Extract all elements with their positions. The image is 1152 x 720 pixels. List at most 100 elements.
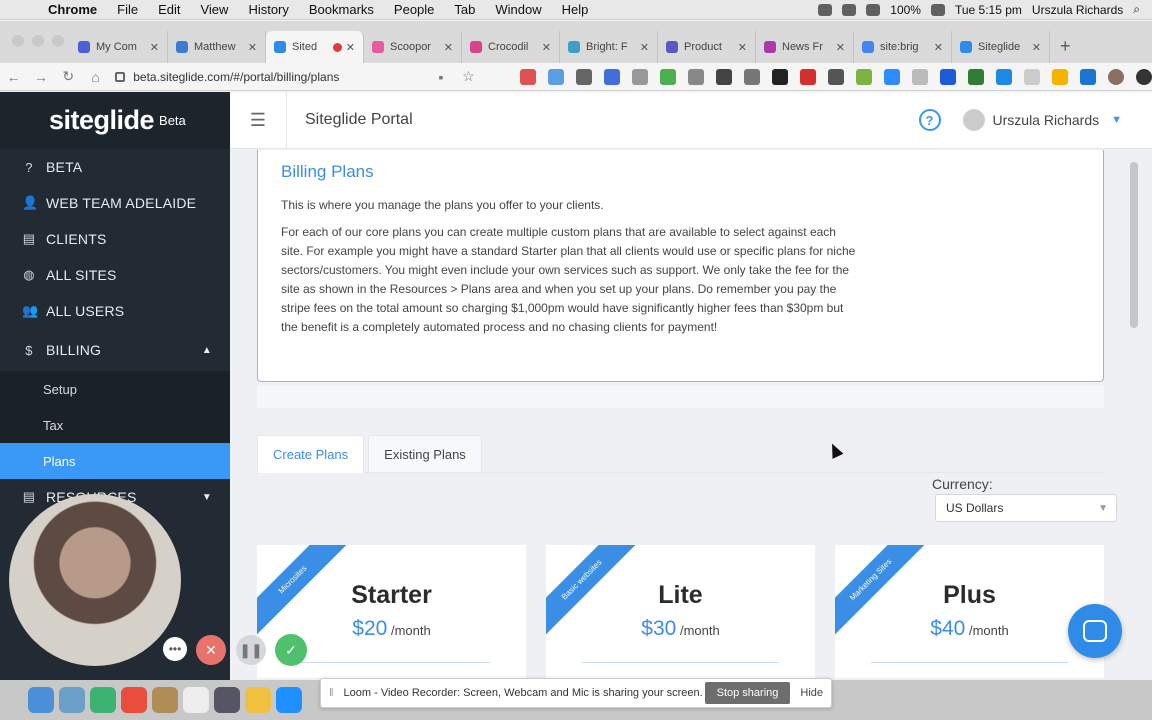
minimize-window-icon[interactable] bbox=[32, 35, 44, 47]
app-icon[interactable] bbox=[152, 687, 178, 713]
bluetooth-icon[interactable] bbox=[842, 3, 857, 16]
app-icon[interactable] bbox=[90, 687, 116, 713]
currency-select[interactable]: US Dollars ▼ bbox=[935, 494, 1117, 522]
close-tab-icon[interactable]: ✕ bbox=[1032, 41, 1041, 54]
tab-create-plans[interactable]: Create Plans bbox=[257, 435, 365, 473]
wifi-icon[interactable] bbox=[866, 3, 881, 16]
close-tab-icon[interactable]: ✕ bbox=[934, 41, 943, 54]
url-field[interactable]: beta.siteglide.com/#/portal/billing/plan… bbox=[115, 66, 427, 88]
hide-button[interactable]: Hide bbox=[800, 687, 823, 699]
zoom-extension-icon[interactable] bbox=[884, 68, 900, 85]
stop-sharing-button[interactable]: Stop sharing bbox=[704, 682, 791, 704]
extension-icon[interactable] bbox=[800, 68, 816, 85]
tab-existing-plans[interactable]: Existing Plans bbox=[368, 435, 482, 473]
extension-icon[interactable] bbox=[744, 68, 760, 85]
brand[interactable]: siteglide Beta bbox=[0, 92, 230, 149]
battery-icon[interactable] bbox=[930, 3, 945, 16]
back-icon[interactable]: ← bbox=[0, 69, 27, 85]
new-tab-icon[interactable]: + bbox=[1060, 36, 1071, 57]
tab-0[interactable]: My Com ✕ bbox=[70, 31, 168, 63]
extension-icon[interactable] bbox=[604, 68, 620, 85]
menu-people[interactable]: People bbox=[394, 2, 434, 17]
close-tab-icon[interactable]: ✕ bbox=[346, 41, 355, 54]
sidebar-subitem-setup[interactable]: Setup bbox=[0, 371, 230, 407]
extension-icon[interactable] bbox=[576, 68, 592, 85]
tab-9[interactable]: Siteglide ✕ bbox=[952, 31, 1050, 63]
extension-icon[interactable] bbox=[828, 68, 844, 85]
tab-7[interactable]: News Fr ✕ bbox=[756, 31, 854, 63]
tab-5[interactable]: Bright: F ✕ bbox=[560, 31, 658, 63]
help-icon[interactable]: ? bbox=[918, 109, 941, 131]
reload-icon[interactable]: ↻ bbox=[55, 68, 82, 85]
close-tab-icon[interactable]: ✕ bbox=[542, 41, 551, 54]
profile-avatar[interactable] bbox=[1108, 68, 1124, 85]
extension-icon[interactable] bbox=[716, 68, 732, 85]
loom-pause-button[interactable]: ❚❚ bbox=[236, 635, 266, 665]
tab-8[interactable]: site:brig ✕ bbox=[854, 31, 952, 63]
sidebar-item-web-team[interactable]: 👤 WEB TEAM ADELAIDE bbox=[0, 185, 230, 221]
drag-handle-icon[interactable]: ‖ bbox=[329, 687, 334, 699]
home-icon[interactable]: ⌂ bbox=[82, 69, 109, 85]
extension-icon[interactable] bbox=[1024, 68, 1040, 85]
zoom-window-icon[interactable] bbox=[52, 35, 64, 47]
evernote-extension-icon[interactable] bbox=[660, 68, 676, 85]
extension-icon[interactable] bbox=[520, 68, 536, 85]
evernote-icon[interactable] bbox=[818, 3, 833, 16]
loom-finish-button[interactable]: ✓ bbox=[275, 634, 307, 666]
loom-more-button[interactable]: ••• bbox=[163, 637, 187, 661]
clock[interactable]: Tue 5:15 pm bbox=[955, 3, 1022, 17]
plan-card-plus[interactable]: Marketing Sites Plus $40 /month bbox=[835, 545, 1104, 678]
tab-6[interactable]: Product ✕ bbox=[658, 31, 756, 63]
forward-icon[interactable]: → bbox=[27, 69, 54, 85]
close-tab-icon[interactable]: ✕ bbox=[836, 41, 845, 54]
rocket-icon[interactable] bbox=[214, 687, 240, 713]
calendar-icon[interactable] bbox=[183, 687, 209, 713]
tab-2[interactable]: Sited ✕ bbox=[266, 31, 364, 63]
preview-icon[interactable] bbox=[59, 687, 85, 713]
sidebar-item-beta[interactable]: ? BETA bbox=[0, 149, 230, 185]
extension-icon[interactable] bbox=[688, 68, 704, 85]
extension-icon[interactable] bbox=[940, 68, 956, 85]
sidebar-item-clients[interactable]: ▤ CLIENTS bbox=[0, 221, 230, 257]
sidebar-subitem-tax[interactable]: Tax bbox=[0, 407, 230, 443]
close-tab-icon[interactable]: ✕ bbox=[150, 41, 159, 54]
menu-file[interactable]: File bbox=[117, 2, 138, 17]
menu-bookmarks[interactable]: Bookmarks bbox=[309, 2, 374, 17]
close-tab-icon[interactable]: ✕ bbox=[248, 41, 257, 54]
close-tab-icon[interactable]: ✕ bbox=[738, 41, 747, 54]
extension-icon[interactable] bbox=[1080, 68, 1096, 85]
tab-1[interactable]: Matthew ✕ bbox=[168, 31, 266, 63]
scrollbar[interactable] bbox=[1130, 162, 1138, 328]
close-tab-icon[interactable]: ✕ bbox=[640, 41, 649, 54]
skype-icon[interactable] bbox=[276, 687, 302, 713]
extension-icon[interactable] bbox=[632, 68, 648, 85]
loom-cancel-button[interactable]: ✕ bbox=[196, 635, 226, 665]
extension-icon[interactable] bbox=[548, 68, 564, 85]
menu-help[interactable]: Help bbox=[562, 2, 589, 17]
plan-card-lite[interactable]: Basic websites Lite $30 /month bbox=[546, 545, 815, 678]
menu-tab[interactable]: Tab bbox=[454, 2, 475, 17]
menu-toggle-icon[interactable]: ☰ bbox=[230, 91, 287, 149]
camera-icon[interactable]: ▪ bbox=[427, 69, 454, 85]
menubar-user[interactable]: Urszula Richards bbox=[1032, 3, 1123, 17]
menu-edit[interactable]: Edit bbox=[158, 2, 180, 17]
extension-icon[interactable] bbox=[856, 68, 872, 85]
menu-window[interactable]: Window bbox=[495, 2, 541, 17]
extension-icon[interactable] bbox=[912, 68, 928, 85]
bookmark-star-icon[interactable]: ☆ bbox=[455, 68, 482, 85]
chat-launcher[interactable] bbox=[1068, 604, 1122, 658]
tab-4[interactable]: Crocodil ✕ bbox=[462, 31, 560, 63]
menu-history[interactable]: History bbox=[248, 2, 288, 17]
extension-icon[interactable] bbox=[1136, 68, 1152, 85]
close-tab-icon[interactable]: ✕ bbox=[444, 41, 453, 54]
sidebar-item-billing[interactable]: $ BILLING ▲ bbox=[0, 329, 230, 371]
extension-icon[interactable] bbox=[996, 68, 1012, 85]
finder-icon[interactable] bbox=[28, 687, 54, 713]
user-menu[interactable]: Urszula Richards ▼ bbox=[962, 109, 1122, 131]
tab-3[interactable]: Scoopor ✕ bbox=[364, 31, 462, 63]
extension-icon[interactable] bbox=[1052, 68, 1068, 85]
menu-view[interactable]: View bbox=[200, 2, 228, 17]
loom-webcam-bubble[interactable] bbox=[9, 494, 181, 666]
close-window-icon[interactable] bbox=[12, 35, 24, 47]
extension-icon[interactable] bbox=[968, 68, 984, 85]
